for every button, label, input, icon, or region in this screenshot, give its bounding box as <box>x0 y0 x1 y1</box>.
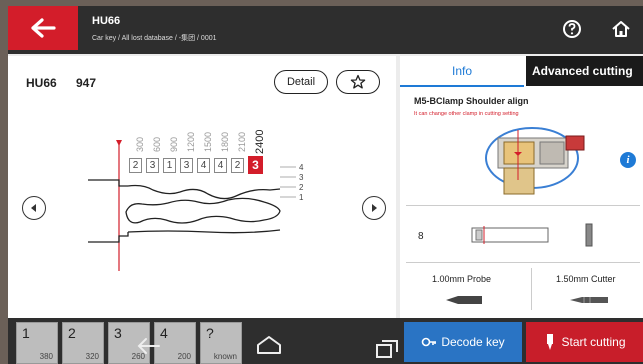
blade-preview-icon <box>471 226 549 244</box>
cut-depth-value: known <box>213 352 237 361</box>
cut-depth-number: 2 <box>68 325 76 341</box>
page-title: HU66 <box>92 15 121 27</box>
info-panel: Info Advanced cutting M5-BClamp Shoulder… <box>400 56 643 318</box>
clamp-subtitle: It can change other clamp in cutting set… <box>414 111 519 117</box>
bottom-bar: 1 380 2 320 3 260 4 200 ? known Decode k… <box>8 318 643 364</box>
cut-depth-number: 3 <box>114 325 122 341</box>
blade-side-icon <box>585 223 593 247</box>
cut-depth-number: 1 <box>22 325 30 341</box>
tab-info[interactable]: Info <box>400 56 524 86</box>
cut-depth-value: 200 <box>177 352 191 361</box>
system-home-icon[interactable] <box>255 334 283 356</box>
clamp-title: M5-BClamp Shoulder align <box>414 96 529 106</box>
divider <box>406 262 640 263</box>
cut-depth-tile[interactable]: 1 380 <box>16 322 58 364</box>
cutter-label: 1.50mm Cutter <box>556 274 616 284</box>
cutter-tool-icon <box>547 334 554 350</box>
probe-label: 1.00mm Probe <box>432 274 492 284</box>
system-recents-icon[interactable] <box>374 338 400 360</box>
probe-icon <box>446 296 482 304</box>
back-button[interactable] <box>8 6 78 50</box>
tab-advanced-cutting[interactable]: Advanced cutting <box>526 56 643 86</box>
home-icon[interactable] <box>610 18 632 40</box>
divider <box>406 205 640 206</box>
arrow-left-icon <box>31 18 56 38</box>
start-cutting-button[interactable]: Start cutting <box>526 322 643 362</box>
cutter-icon <box>570 297 608 303</box>
key-blade-drawing <box>88 140 296 271</box>
key-diagram-panel: HU66 947 Detail 300 600 900 1200 1500 18… <box>8 56 396 318</box>
cut-depth-tile[interactable]: 2 320 <box>62 322 104 364</box>
help-icon[interactable] <box>561 18 583 40</box>
app-window: HU66 Car key / All lost database / -集团 /… <box>8 6 643 364</box>
decode-key-label: Decode key <box>441 335 505 349</box>
decode-key-button[interactable]: Decode key <box>404 322 522 362</box>
tab-indicator <box>400 85 524 87</box>
divider <box>531 268 532 310</box>
cut-depth-number: ? <box>206 325 214 341</box>
header-bar: HU66 Car key / All lost database / -集团 /… <box>8 6 643 54</box>
start-cutting-label: Start cutting <box>561 335 626 349</box>
system-back-icon[interactable] <box>136 336 162 356</box>
cut-quantity: 8 <box>418 231 424 242</box>
key-icon <box>422 337 437 347</box>
cut-depth-value: 320 <box>85 352 99 361</box>
cut-depth-tile[interactable]: ? known <box>200 322 242 364</box>
clamp-illustration <box>485 127 585 195</box>
cut-depth-value: 380 <box>39 352 53 361</box>
breadcrumb: Car key / All lost database / -集团 / 0001 <box>92 35 217 42</box>
info-icon[interactable]: i <box>620 152 636 168</box>
